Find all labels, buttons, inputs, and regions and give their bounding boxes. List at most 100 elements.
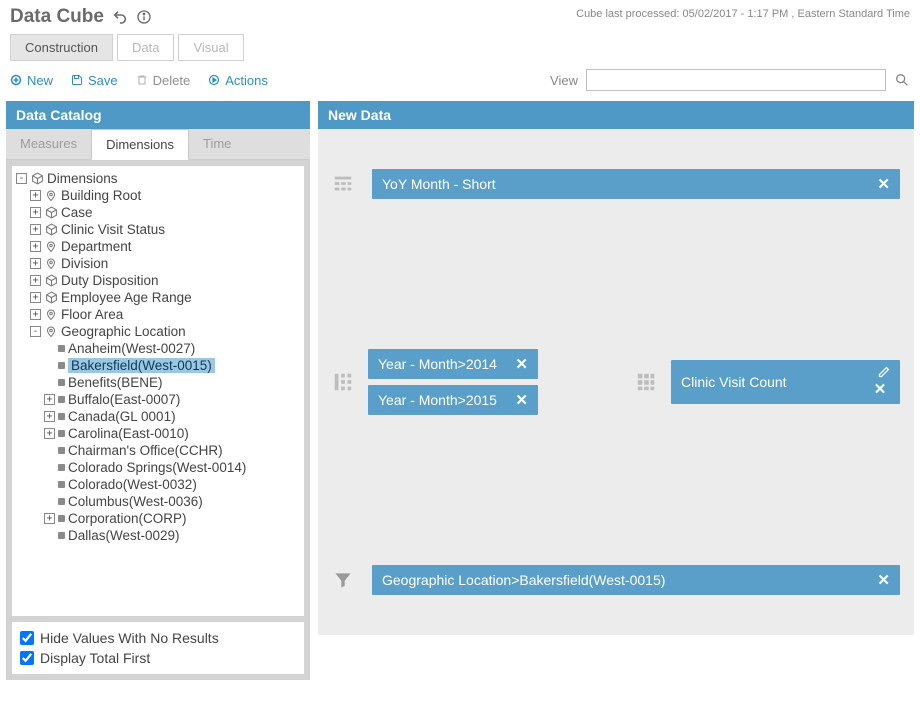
display-total-checkbox[interactable] xyxy=(20,651,34,665)
expand-icon[interactable]: + xyxy=(30,309,41,320)
tree-item[interactable]: +Building Root xyxy=(30,187,302,204)
tree-item-geo[interactable]: -Geographic Location xyxy=(30,323,302,340)
bullet-icon xyxy=(58,362,65,369)
tree-item[interactable]: +Employee Age Range xyxy=(30,289,302,306)
close-icon[interactable]: ✕ xyxy=(874,380,887,398)
expand-icon[interactable]: + xyxy=(30,241,41,252)
tab-measures[interactable]: Measures xyxy=(6,129,91,159)
chip-clinic-visit-count[interactable]: Clinic Visit Count ✕ xyxy=(671,360,900,404)
expand-icon[interactable]: + xyxy=(30,275,41,286)
expand-icon[interactable]: + xyxy=(30,292,41,303)
tree-item[interactable]: +Floor Area xyxy=(30,306,302,323)
tree-leaf[interactable]: Benefits(BENE) xyxy=(44,374,302,391)
pin-icon xyxy=(44,257,58,271)
view-input[interactable] xyxy=(586,69,886,91)
expand-icon[interactable]: + xyxy=(44,513,55,524)
measures-dropzone[interactable]: Clinic Visit Count ✕ xyxy=(621,247,914,517)
filters-dropzone[interactable]: Geographic Location>Bakersfield(West-001… xyxy=(318,525,914,635)
mode-visual[interactable]: Visual xyxy=(178,34,243,61)
expand-icon[interactable]: + xyxy=(44,428,55,439)
cube-icon xyxy=(44,274,58,288)
tree-item[interactable]: +Duty Disposition xyxy=(30,272,302,289)
tree-leaf[interactable]: Chairman's Office(CCHR) xyxy=(44,442,302,459)
expand-icon[interactable]: + xyxy=(44,394,55,405)
pin-icon xyxy=(44,308,58,322)
mode-construction[interactable]: Construction xyxy=(10,34,113,61)
opt-hide-values[interactable]: Hide Values With No Results xyxy=(20,628,296,648)
collapse-icon[interactable]: - xyxy=(30,326,41,337)
expand-icon[interactable]: + xyxy=(44,411,55,422)
tree-leaf[interactable]: +Buffalo(East-0007) xyxy=(44,391,302,408)
page-title: Data Cube xyxy=(10,6,104,28)
bullet-icon xyxy=(58,498,65,505)
bullet-icon xyxy=(58,515,65,522)
bullet-icon xyxy=(58,481,65,488)
expand-icon[interactable]: + xyxy=(30,190,41,201)
cube-icon xyxy=(30,172,44,186)
tree-leaf[interactable]: Bakersfield(West-0015) xyxy=(44,357,302,374)
expand-icon[interactable]: + xyxy=(30,224,41,235)
tree-leaf[interactable]: +Corporation(CORP) xyxy=(44,510,302,527)
view-label: View xyxy=(550,73,578,88)
collapse-icon[interactable]: - xyxy=(16,173,27,184)
actions-button[interactable]: Actions xyxy=(208,73,268,88)
bullet-icon xyxy=(58,447,65,454)
cube-icon xyxy=(44,206,58,220)
rows-icon xyxy=(332,371,354,393)
tab-time[interactable]: Time xyxy=(189,129,245,159)
edit-icon[interactable] xyxy=(878,366,890,378)
design-header: New Data xyxy=(318,101,914,129)
tree-leaf[interactable]: Anaheim(West-0027) xyxy=(44,340,302,357)
pin-icon xyxy=(44,189,58,203)
mode-data[interactable]: Data xyxy=(117,34,174,61)
filter-icon xyxy=(332,570,354,590)
tree-item[interactable]: +Department xyxy=(30,238,302,255)
measures-icon xyxy=(635,371,657,393)
bullet-icon xyxy=(58,379,65,386)
search-icon[interactable] xyxy=(894,72,910,88)
chip-year-2014[interactable]: Year - Month>2014 ✕ xyxy=(368,349,538,379)
tree-leaf[interactable]: Colorado Springs(West-0014) xyxy=(44,459,302,476)
close-icon[interactable]: ✕ xyxy=(877,175,890,193)
close-icon[interactable]: ✕ xyxy=(515,355,528,373)
tab-dimensions[interactable]: Dimensions xyxy=(91,129,189,160)
bullet-icon xyxy=(58,430,65,437)
tree-leaf[interactable]: +Carolina(East-0010) xyxy=(44,425,302,442)
close-icon[interactable]: ✕ xyxy=(877,571,890,589)
delete-button[interactable]: Delete xyxy=(136,73,191,88)
close-icon[interactable]: ✕ xyxy=(515,391,528,409)
catalog-header: Data Catalog xyxy=(6,101,310,129)
opt-display-total[interactable]: Display Total First xyxy=(20,648,296,668)
info-icon[interactable] xyxy=(136,9,152,25)
columns-icon xyxy=(332,173,354,195)
bullet-icon xyxy=(58,413,65,420)
tree-item[interactable]: +Division xyxy=(30,255,302,272)
cube-icon xyxy=(44,223,58,237)
chip-yoy-month[interactable]: YoY Month - Short ✕ xyxy=(372,169,900,199)
tree-leaf[interactable]: +Canada(GL 0001) xyxy=(44,408,302,425)
cube-icon xyxy=(44,291,58,305)
save-button[interactable]: Save xyxy=(71,73,118,88)
bullet-icon xyxy=(58,396,65,403)
chip-year-2015[interactable]: Year - Month>2015 ✕ xyxy=(368,385,538,415)
bullet-icon xyxy=(58,464,65,471)
tree-leaf[interactable]: Columbus(West-0036) xyxy=(44,493,302,510)
undo-icon[interactable] xyxy=(112,9,128,25)
tree-leaf[interactable]: Colorado(West-0032) xyxy=(44,476,302,493)
columns-dropzone[interactable]: YoY Month - Short ✕ xyxy=(318,129,914,239)
rows-dropzone[interactable]: Year - Month>2014 ✕ Year - Month>2015 ✕ xyxy=(318,247,611,517)
new-button[interactable]: New xyxy=(10,73,53,88)
expand-icon[interactable]: + xyxy=(30,207,41,218)
bullet-icon xyxy=(58,345,65,352)
expand-icon[interactable]: + xyxy=(30,258,41,269)
hide-values-checkbox[interactable] xyxy=(20,631,34,645)
bullet-icon xyxy=(58,532,65,539)
chip-geo-filter[interactable]: Geographic Location>Bakersfield(West-001… xyxy=(372,565,900,595)
tree-root[interactable]: - Dimensions xyxy=(16,170,302,187)
tree-leaf[interactable]: Dallas(West-0029) xyxy=(44,527,302,544)
processed-status: Cube last processed: 05/02/2017 - 1:17 P… xyxy=(576,6,910,20)
tree-item[interactable]: +Case xyxy=(30,204,302,221)
tree-item[interactable]: +Clinic Visit Status xyxy=(30,221,302,238)
pin-icon xyxy=(44,325,58,339)
pin-icon xyxy=(44,240,58,254)
